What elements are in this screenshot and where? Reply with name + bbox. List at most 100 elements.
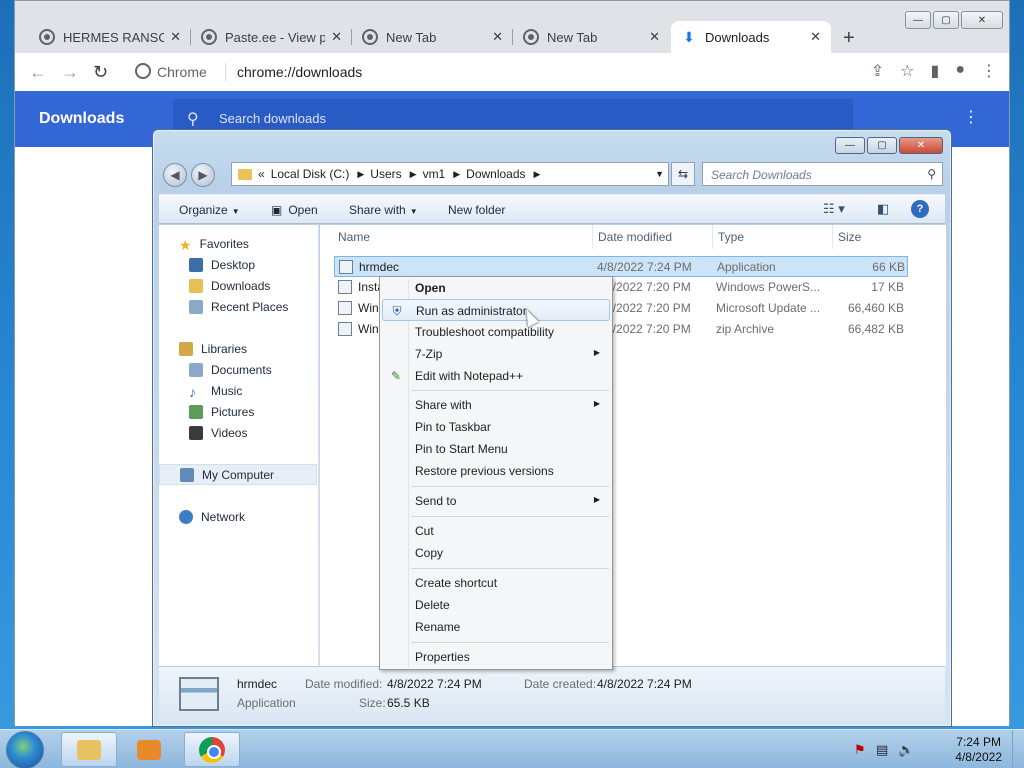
nav-my-computer[interactable]: My Computer xyxy=(159,464,317,485)
new-folder-button[interactable]: New folder xyxy=(448,203,505,217)
share-icon[interactable]: ⇪ xyxy=(871,61,884,81)
forward-arrow-icon[interactable]: → xyxy=(61,62,79,83)
tab-label: Downloads xyxy=(705,29,770,45)
share-with-button[interactable]: Share with ▼ xyxy=(349,203,418,217)
chevron-right-icon[interactable]: ▶ xyxy=(453,169,460,180)
nav-network[interactable]: Network xyxy=(159,506,317,527)
action-center-flag-icon[interactable]: ⚑ xyxy=(854,742,866,758)
nav-videos[interactable]: Videos xyxy=(159,422,317,443)
preview-pane-icon[interactable]: ◧ xyxy=(877,201,889,217)
menu-item-run-as-administrator[interactable]: ⛨ Run as administrator xyxy=(382,299,610,321)
volume-icon[interactable]: 🔈 xyxy=(898,742,914,758)
tab-label: HERMES RANSOM xyxy=(63,29,165,45)
nav-recent-places[interactable]: Recent Places xyxy=(159,296,317,317)
explorer-maximize-button[interactable]: ▢ xyxy=(867,137,897,154)
menu-item-open[interactable]: Open xyxy=(382,277,610,299)
show-desktop-button[interactable] xyxy=(1012,730,1024,768)
menu-item-pin-to-taskbar[interactable]: Pin to Taskbar xyxy=(382,416,610,438)
menu-item-pin-to-start-menu[interactable]: Pin to Start Menu xyxy=(382,438,610,460)
explorer-minimize-button[interactable]: — xyxy=(835,137,865,154)
tab-new-tab-1[interactable]: New Tab ✕ xyxy=(352,21,513,53)
network-status-icon[interactable]: ▤ xyxy=(876,742,888,758)
nav-music[interactable]: ♪ Music xyxy=(159,380,317,401)
tab-close-icon[interactable]: ✕ xyxy=(810,29,821,45)
menu-item-delete[interactable]: Delete xyxy=(382,594,610,616)
help-icon[interactable]: ? xyxy=(911,200,929,218)
tab-paste-ee[interactable]: Paste.ee - View paste ✕ xyxy=(191,21,352,53)
reload-icon[interactable]: ↻ xyxy=(93,62,108,83)
nav-pictures[interactable]: Pictures xyxy=(159,401,317,422)
chevron-right-icon[interactable]: ▶ xyxy=(410,169,417,180)
nav-desktop[interactable]: Desktop xyxy=(159,254,317,275)
open-button[interactable]: ▣ Open xyxy=(271,203,318,217)
column-header-size[interactable]: Size xyxy=(838,225,861,249)
clock-date: 4/8/2022 xyxy=(955,750,1002,764)
tab-close-icon[interactable]: ✕ xyxy=(170,29,181,45)
profile-avatar-icon[interactable]: ● xyxy=(955,61,965,81)
nav-favorites[interactable]: ★ Favorites xyxy=(159,233,317,254)
menu-item-create-shortcut[interactable]: Create shortcut xyxy=(382,572,610,594)
bookmark-star-icon[interactable]: ☆ xyxy=(900,61,914,81)
start-button[interactable] xyxy=(6,731,44,768)
address-bar[interactable]: Chrome chrome://downloads xyxy=(125,57,885,87)
menu-item-share-with[interactable]: Share with ▶ xyxy=(382,394,610,416)
more-options-icon[interactable]: ⋮ xyxy=(963,107,979,127)
explorer-search-input[interactable]: Search Downloads ⚲ xyxy=(702,162,943,186)
tab-hermes-ransom[interactable]: HERMES RANSOM ✕ xyxy=(29,21,191,53)
download-icon: ⬇ xyxy=(683,28,695,45)
nav-libraries[interactable]: Libraries xyxy=(159,338,317,359)
nav-downloads[interactable]: Downloads xyxy=(159,275,317,296)
navigation-pane: ★ Favorites Desktop Downloads Recent Pla… xyxy=(159,225,319,666)
clock[interactable]: 7:24 PM 4/8/2022 xyxy=(955,735,1002,765)
chrome-menu-icon[interactable]: ⋮ xyxy=(981,61,997,81)
breadcrumb-local-disk[interactable]: Local Disk (C:) xyxy=(271,167,350,181)
breadcrumb-users[interactable]: Users xyxy=(370,167,401,181)
menu-item-rename[interactable]: Rename xyxy=(382,616,610,638)
column-header-name[interactable]: Name xyxy=(338,225,370,249)
organize-button[interactable]: Organize ▼ xyxy=(179,203,240,217)
menu-item-send-to[interactable]: Send to ▶ xyxy=(382,490,610,512)
url-text: chrome://downloads xyxy=(237,64,363,80)
tab-close-icon[interactable]: ✕ xyxy=(492,29,503,45)
column-header-date[interactable]: Date modified xyxy=(598,225,672,249)
tab-new-tab-2[interactable]: New Tab ✕ xyxy=(513,21,670,53)
chevron-right-icon[interactable]: ▶ xyxy=(534,169,541,180)
menu-item-cut[interactable]: Cut xyxy=(382,520,610,542)
menu-item-copy[interactable]: Copy xyxy=(382,542,610,564)
globe-icon xyxy=(39,29,55,45)
chevron-right-icon[interactable]: ▶ xyxy=(357,169,364,180)
update-package-icon xyxy=(338,301,352,315)
breadcrumb-vm1[interactable]: vm1 xyxy=(423,167,446,181)
forward-button[interactable]: ▶ xyxy=(191,163,215,187)
menu-item-restore-previous-versions[interactable]: Restore previous versions xyxy=(382,460,610,482)
taskbar-media-player-button[interactable] xyxy=(121,732,177,767)
view-options-icon[interactable]: ☷ ▾ xyxy=(823,201,845,217)
new-tab-button[interactable]: + xyxy=(843,27,855,50)
menu-item-troubleshoot-compatibility[interactable]: Troubleshoot compatibility xyxy=(382,321,610,343)
tab-downloads[interactable]: ⬇ Downloads ✕ xyxy=(671,21,831,53)
menu-item-edit-with-notepad[interactable]: ✎ Edit with Notepad++ xyxy=(382,365,610,387)
taskbar-explorer-button[interactable] xyxy=(61,732,117,767)
table-row[interactable]: hrmdec 4/8/2022 7:24 PM Application 66 K… xyxy=(334,256,908,277)
nav-documents[interactable]: Documents xyxy=(159,359,317,380)
breadcrumb-prefix: « xyxy=(258,167,265,181)
library-icon xyxy=(179,341,193,356)
tab-label: New Tab xyxy=(386,29,437,45)
breadcrumb-downloads[interactable]: Downloads xyxy=(466,167,525,181)
explorer-close-button[interactable]: ✕ xyxy=(899,137,943,154)
tab-close-icon[interactable]: ✕ xyxy=(331,29,342,45)
breadcrumb[interactable]: « Local Disk (C:) ▶ Users ▶ vm1 ▶ Downlo… xyxy=(231,162,669,186)
menu-item-properties[interactable]: Properties xyxy=(382,646,610,668)
menu-item-7zip[interactable]: 7-Zip ▶ xyxy=(382,343,610,365)
taskbar-chrome-button[interactable] xyxy=(184,732,240,767)
refresh-button[interactable]: ⇆ xyxy=(671,162,695,186)
back-arrow-icon[interactable]: ← xyxy=(29,62,47,83)
back-button[interactable]: ◀ xyxy=(163,163,187,187)
tab-close-icon[interactable]: ✕ xyxy=(649,29,660,45)
search-icon: ⚲ xyxy=(187,111,199,128)
chevron-down-icon[interactable]: ▼ xyxy=(655,169,664,179)
side-panel-icon[interactable]: ▮ xyxy=(931,61,940,81)
column-header-type[interactable]: Type xyxy=(718,225,744,249)
pictures-icon xyxy=(189,404,203,419)
folder-icon xyxy=(189,278,203,293)
